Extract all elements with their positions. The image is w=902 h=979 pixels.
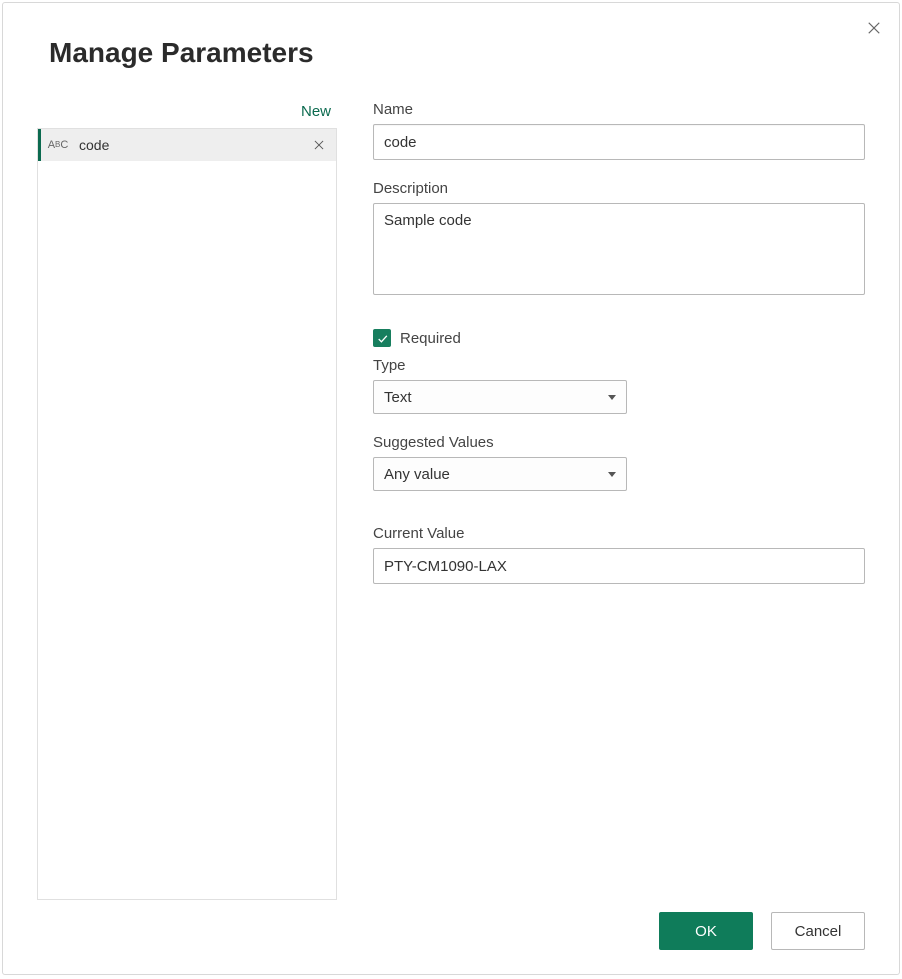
delete-parameter-button[interactable] <box>310 136 328 154</box>
suggested-values-select-value: Any value <box>384 466 450 483</box>
close-button[interactable] <box>863 17 885 39</box>
parameter-form-panel: Name Description Required Type Text <box>373 99 865 900</box>
new-parameter-link[interactable]: New <box>37 99 337 128</box>
name-input[interactable] <box>373 124 865 160</box>
current-value-input[interactable] <box>373 548 865 584</box>
suggested-values-label: Suggested Values <box>373 434 865 451</box>
manage-parameters-dialog: Manage Parameters New ABC code Name <box>2 2 900 975</box>
description-label: Description <box>373 180 865 197</box>
name-label: Name <box>373 101 865 118</box>
parameter-list-panel: New ABC code <box>37 99 337 900</box>
close-icon <box>865 19 883 37</box>
dialog-footer: OK Cancel <box>37 912 865 950</box>
description-input[interactable] <box>373 203 865 295</box>
check-icon <box>376 332 389 345</box>
dialog-title: Manage Parameters <box>49 37 865 69</box>
cancel-button[interactable]: Cancel <box>771 912 865 950</box>
chevron-down-icon <box>608 472 616 477</box>
suggested-values-select[interactable]: Any value <box>373 457 627 491</box>
type-select-value: Text <box>384 389 412 406</box>
dialog-content: New ABC code Name Description <box>37 99 865 900</box>
required-checkbox[interactable] <box>373 329 391 347</box>
parameter-item-code[interactable]: ABC code <box>38 129 336 161</box>
type-select[interactable]: Text <box>373 380 627 414</box>
x-icon <box>312 138 326 152</box>
current-value-label: Current Value <box>373 525 865 542</box>
parameter-item-label: code <box>79 137 310 153</box>
type-label: Type <box>373 357 865 374</box>
required-checkbox-row: Required <box>373 329 865 347</box>
parameter-list: ABC code <box>37 128 337 900</box>
chevron-down-icon <box>608 395 616 400</box>
text-type-icon: ABC <box>49 139 67 151</box>
required-label: Required <box>400 330 461 347</box>
ok-button[interactable]: OK <box>659 912 753 950</box>
